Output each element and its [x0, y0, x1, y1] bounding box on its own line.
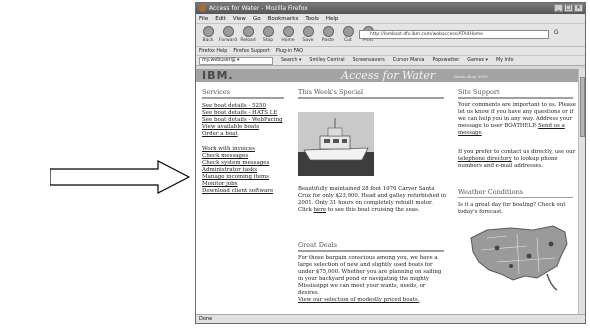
bookmark-firefox-help[interactable]: Firefox Help [199, 47, 227, 55]
url-input[interactable]: http://lambast.dfv.ibm.com/webaccess/ATA… [359, 30, 549, 39]
menu-edit[interactable]: Edit [215, 14, 226, 23]
status-bar: Done [196, 314, 585, 323]
cut-icon [342, 26, 354, 37]
special-description: Beautifully maintained 28 foot 1976 Carv… [298, 186, 448, 214]
forward-icon [222, 26, 234, 37]
deals-text: For those bargain conscious among you, w… [298, 255, 442, 296]
forward-button[interactable]: Forward [219, 26, 237, 46]
toolbar-popswatter[interactable]: Popswatter [432, 56, 459, 65]
link-download-client-software[interactable]: Download client software [202, 188, 273, 194]
boat-photo[interactable] [298, 112, 374, 176]
telephone-directory-link[interactable]: telephone directory [458, 156, 512, 162]
stop-icon [262, 26, 274, 37]
reload-icon [242, 26, 254, 37]
link-monitor-jobs[interactable]: Monitor jobs [202, 181, 238, 187]
weather-text: Is it a great day for boating? Check out… [458, 202, 566, 215]
bookmarks-toolbar: Firefox Help Firefox Support Plug-in FAQ [196, 47, 585, 56]
weather-map[interactable] [467, 218, 575, 296]
go-button[interactable]: G [554, 29, 559, 36]
reload-button[interactable]: Reload [239, 26, 257, 46]
home-icon [282, 26, 294, 37]
status-text: Done [199, 316, 213, 322]
home-button[interactable]: Home [279, 26, 297, 46]
special-here-link[interactable]: here [314, 207, 326, 213]
close-button[interactable]: × [574, 4, 583, 12]
menu-bookmarks[interactable]: Bookmarks [268, 14, 299, 23]
link-boat-details-webfacing[interactable]: See boat details - WebFacing [202, 117, 283, 123]
paste-button[interactable]: Paste [319, 26, 337, 46]
support-rule [458, 97, 573, 99]
ibm-logo: IBM. [202, 69, 234, 82]
toolbar-cursor-mania[interactable]: Cursor Mania [393, 56, 425, 65]
page-banner: IBM. Access for Water Boats ahoy 2005 [196, 69, 579, 82]
link-boat-details-hats[interactable]: See boat details - HATS LE [202, 110, 277, 116]
window-title: Access for Water - Mozilla Firefox [209, 5, 308, 12]
toolbar-search-button[interactable]: Search ▾ [281, 56, 301, 65]
navigation-toolbar: Back Forward Reload Stop Home Save Paste… [196, 24, 585, 47]
cut-button[interactable]: Cut [339, 26, 357, 46]
maximize-button[interactable]: □ [564, 4, 573, 12]
paste-icon [322, 26, 334, 37]
support-text-2: If you prefer to contact us directly, us… [458, 149, 576, 155]
bookmark-firefox-support[interactable]: Firefox Support [233, 47, 269, 55]
menu-help[interactable]: Help [326, 14, 339, 23]
link-work-with-invoices[interactable]: Work with invoices [202, 146, 255, 152]
link-view-available-boats[interactable]: View available boats [202, 124, 259, 130]
boat-illustration [298, 112, 374, 176]
back-icon [202, 26, 214, 37]
deals-link[interactable]: View our selection of modestly priced bo… [298, 297, 419, 303]
menu-file[interactable]: File [199, 14, 208, 23]
special-heading: This Week's Special [298, 88, 364, 96]
title-bar: Access for Water - Mozilla Firefox _ □ × [196, 3, 585, 14]
minimize-button[interactable]: _ [554, 4, 563, 12]
link-check-messages[interactable]: Check messages [202, 153, 248, 159]
menu-go[interactable]: Go [253, 14, 261, 23]
weather-heading: Weather Conditions [458, 188, 524, 196]
search-toolbar: my.webuser@ ▾ Search ▾ Smiley Central Sc… [196, 56, 585, 66]
scrollbar-thumb[interactable] [580, 77, 585, 137]
toolbar-my-info[interactable]: My Info [496, 56, 514, 65]
deals-rule [298, 250, 444, 252]
support-text: Your comments are important to us. Pleas… [458, 102, 576, 137]
menu-tools[interactable]: Tools [305, 14, 319, 23]
page-content: IBM. Access for Water Boats ahoy 2005 Se… [196, 69, 579, 315]
services-rule [202, 97, 284, 99]
services-heading: Services [202, 88, 230, 96]
toolbar-screensavers[interactable]: Screensavers [353, 56, 385, 65]
vertical-scrollbar[interactable] [578, 69, 585, 315]
menu-view[interactable]: View [233, 14, 246, 23]
banner-subtitle: Boats ahoy 2005 [454, 74, 488, 79]
deals-link-wrap: View our selection of modestly priced bo… [298, 297, 448, 304]
toolbar-smiley-central[interactable]: Smiley Central [309, 56, 344, 65]
back-button[interactable]: Back [199, 26, 217, 46]
bookmark-plugin-faq[interactable]: Plug-in FAQ [276, 47, 303, 55]
save-button[interactable]: Save [299, 26, 317, 46]
toolbar-search-input[interactable]: my.webuser@ ▾ [199, 57, 273, 65]
banner-title: Access for Water [341, 69, 436, 82]
weather-rule [458, 197, 573, 198]
special-rule [298, 97, 444, 99]
support-heading: Site Support [458, 88, 500, 96]
special-text-end: to see this boat cruising the seas. [327, 207, 420, 213]
browser-window: Access for Water - Mozilla Firefox _ □ ×… [195, 2, 586, 324]
save-icon [302, 26, 314, 37]
link-manage-incoming-items[interactable]: Manage incoming items [202, 174, 269, 180]
link-check-system-messages[interactable]: Check system messages [202, 160, 269, 166]
menu-bar: File Edit View Go Bookmarks Tools Help [196, 14, 585, 24]
stop-button[interactable]: Stop [259, 26, 277, 46]
pointer-arrow [50, 160, 190, 194]
toolbar-games[interactable]: Games ▾ [467, 56, 488, 65]
firefox-icon [199, 5, 206, 12]
link-order-boat[interactable]: Order a boat [202, 131, 238, 137]
link-administrator-tasks[interactable]: Administrator tasks [202, 167, 257, 173]
support-contact: If you prefer to contact us directly, us… [458, 149, 576, 170]
deals-heading: Great Deals [298, 241, 338, 249]
link-boat-details-5250[interactable]: See boat details - 5250 [202, 103, 266, 109]
